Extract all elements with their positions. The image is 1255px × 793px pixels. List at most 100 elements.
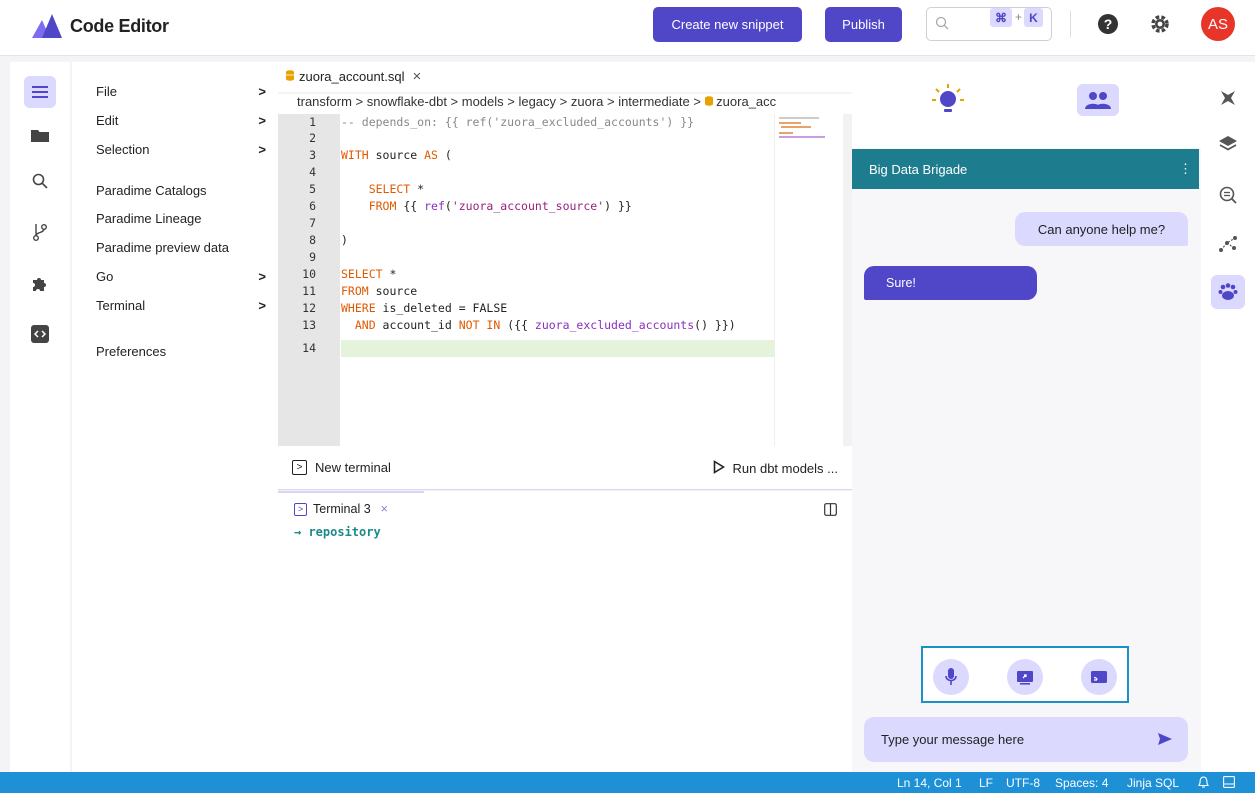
menu-item-preview-data[interactable]: Paradime preview data bbox=[96, 240, 266, 255]
code-token: is_deleted = FALSE bbox=[375, 301, 508, 315]
menu-item-label: Go bbox=[96, 269, 114, 284]
indentation[interactable]: Spaces: 4 bbox=[1055, 776, 1108, 790]
menu-item-go[interactable]: Go > bbox=[96, 269, 266, 284]
menu-item-label: Paradime preview data bbox=[96, 240, 229, 255]
top-bar: Code Editor Create new snippet Publish ⌘… bbox=[0, 0, 1255, 56]
terminal-toolbar: > New terminal Run dbt models ... bbox=[278, 446, 852, 490]
notification-bell-icon[interactable] bbox=[1198, 776, 1209, 792]
chat-channel-header: Big Data Brigade ⋮ bbox=[852, 149, 1199, 189]
chat-message-input[interactable]: Type your message here bbox=[864, 717, 1188, 762]
chevron-right-icon: > bbox=[258, 84, 266, 99]
language-mode[interactable]: Jinja SQL bbox=[1127, 776, 1179, 790]
line-number: 4 bbox=[309, 165, 316, 179]
terminal-pane[interactable]: > Terminal 3 × → repository bbox=[278, 491, 852, 772]
menu-item-paradime-lineage[interactable]: Paradime Lineage bbox=[96, 211, 266, 226]
line-ending[interactable]: LF bbox=[979, 776, 993, 790]
menu-item-paradime-catalogs[interactable]: Paradime Catalogs bbox=[96, 183, 266, 198]
search-icon[interactable] bbox=[24, 165, 56, 197]
right-tool-rail bbox=[1201, 62, 1255, 772]
cast-screen-button[interactable] bbox=[1081, 659, 1117, 695]
code-line-12: WHERE is_deleted = FALSE bbox=[341, 301, 507, 315]
close-icon[interactable]: × bbox=[413, 68, 422, 85]
menu-item-edit[interactable]: Edit > bbox=[96, 113, 266, 128]
settings-gear-icon[interactable] bbox=[1149, 13, 1171, 40]
git-branch-icon[interactable] bbox=[24, 216, 56, 248]
minimap[interactable] bbox=[774, 114, 844, 446]
share-screen-button[interactable] bbox=[1007, 659, 1043, 695]
database-file-icon bbox=[286, 69, 294, 84]
menu-item-label: Terminal bbox=[96, 298, 146, 313]
file-encoding[interactable]: UTF-8 bbox=[1006, 776, 1040, 790]
line-number: 10 bbox=[302, 267, 316, 281]
line-number: 6 bbox=[309, 199, 316, 213]
layers-icon[interactable] bbox=[1211, 127, 1245, 161]
code-line-11: FROM source bbox=[341, 284, 417, 298]
code-snippet-icon[interactable] bbox=[24, 318, 56, 350]
user-avatar[interactable]: AS bbox=[1201, 7, 1235, 41]
code-editor[interactable] bbox=[340, 114, 844, 446]
line-number: 14 bbox=[302, 341, 316, 355]
line-number: 8 bbox=[309, 233, 316, 247]
chat-input-placeholder: Type your message here bbox=[881, 732, 1025, 747]
media-controls bbox=[921, 646, 1129, 703]
terminal-prompt: → repository bbox=[294, 525, 381, 539]
search-document-icon[interactable] bbox=[1211, 178, 1245, 212]
extensions-puzzle-icon[interactable] bbox=[24, 268, 56, 300]
chat-panel: Big Data Brigade ⋮ Can anyone help me? S… bbox=[852, 62, 1201, 772]
tab-label: zuora_account.sql bbox=[299, 69, 405, 84]
code-token: * bbox=[410, 182, 425, 196]
svg-text:?: ? bbox=[1104, 16, 1113, 32]
publish-button[interactable]: Publish bbox=[825, 7, 902, 42]
chevron-right-icon: > bbox=[258, 269, 266, 284]
share-screen-icon bbox=[1017, 670, 1033, 685]
line-number: 9 bbox=[309, 250, 316, 264]
menu-item-file[interactable]: File > bbox=[96, 84, 266, 99]
tab-terminal-3[interactable]: > Terminal 3 × bbox=[294, 502, 388, 516]
editor-scrollbar[interactable] bbox=[843, 114, 852, 446]
code-token: WITH bbox=[341, 148, 369, 162]
close-icon[interactable]: × bbox=[381, 502, 388, 516]
lineage-graph-icon[interactable] bbox=[1211, 227, 1245, 261]
cursor-position[interactable]: Ln 14, Col 1 bbox=[897, 776, 962, 790]
dbt-icon[interactable] bbox=[1211, 81, 1245, 115]
microphone-button[interactable] bbox=[933, 659, 969, 695]
send-icon[interactable] bbox=[1157, 731, 1173, 750]
code-token: NOT IN bbox=[458, 318, 501, 332]
main-menu-panel: File > Edit > Selection > Paradime Catalogs… bbox=[72, 62, 278, 772]
cast-icon bbox=[1091, 671, 1107, 683]
code-token: {{ bbox=[396, 199, 425, 213]
paw-team-icon[interactable] bbox=[1211, 275, 1245, 309]
menu-item-terminal[interactable]: Terminal > bbox=[96, 298, 266, 313]
line-number: 5 bbox=[309, 182, 316, 196]
code-line-6: FROM {{ ref('zuora_account_source') }} bbox=[341, 199, 632, 213]
breadcrumb: transform > snowflake-dbt > models > leg… bbox=[278, 94, 852, 114]
line-number: 12 bbox=[302, 301, 316, 315]
menu-item-selection[interactable]: Selection > bbox=[96, 142, 266, 157]
lightbulb-icon[interactable] bbox=[932, 84, 964, 123]
panel-layout-icon[interactable] bbox=[1223, 776, 1235, 791]
status-bar: Ln 14, Col 1 LF UTF-8 Spaces: 4 Jinja SQ… bbox=[0, 772, 1255, 793]
breadcrumb-path[interactable]: transform > snowflake-dbt > models > leg… bbox=[297, 94, 705, 109]
tab-zuora-account[interactable]: zuora_account.sql × bbox=[286, 68, 421, 85]
folder-icon[interactable] bbox=[24, 119, 56, 151]
activity-bar bbox=[10, 62, 70, 772]
current-line-highlight bbox=[341, 340, 774, 357]
team-chat-icon[interactable] bbox=[1077, 84, 1119, 116]
chat-mode-switcher bbox=[852, 62, 1201, 148]
new-terminal-button[interactable]: > New terminal bbox=[292, 460, 391, 475]
new-terminal-label: New terminal bbox=[315, 460, 391, 475]
code-token: ) }} bbox=[604, 199, 632, 213]
more-options-icon[interactable]: ⋮ bbox=[1179, 161, 1192, 177]
menu-item-preferences[interactable]: Preferences bbox=[96, 344, 266, 359]
run-dbt-models-button[interactable]: Run dbt models ... bbox=[713, 460, 838, 477]
help-icon[interactable]: ? bbox=[1098, 14, 1118, 39]
code-token: source bbox=[368, 284, 418, 298]
create-snippet-button[interactable]: Create new snippet bbox=[653, 7, 802, 42]
split-pane-icon[interactable] bbox=[824, 503, 837, 521]
play-icon bbox=[713, 460, 725, 477]
menu-icon[interactable] bbox=[24, 76, 56, 108]
chevron-right-icon: > bbox=[258, 142, 266, 157]
breadcrumb-file[interactable]: zuora_acc bbox=[716, 94, 776, 109]
line-number: 1 bbox=[309, 115, 316, 129]
code-line-3: WITH source AS ( bbox=[341, 148, 452, 162]
